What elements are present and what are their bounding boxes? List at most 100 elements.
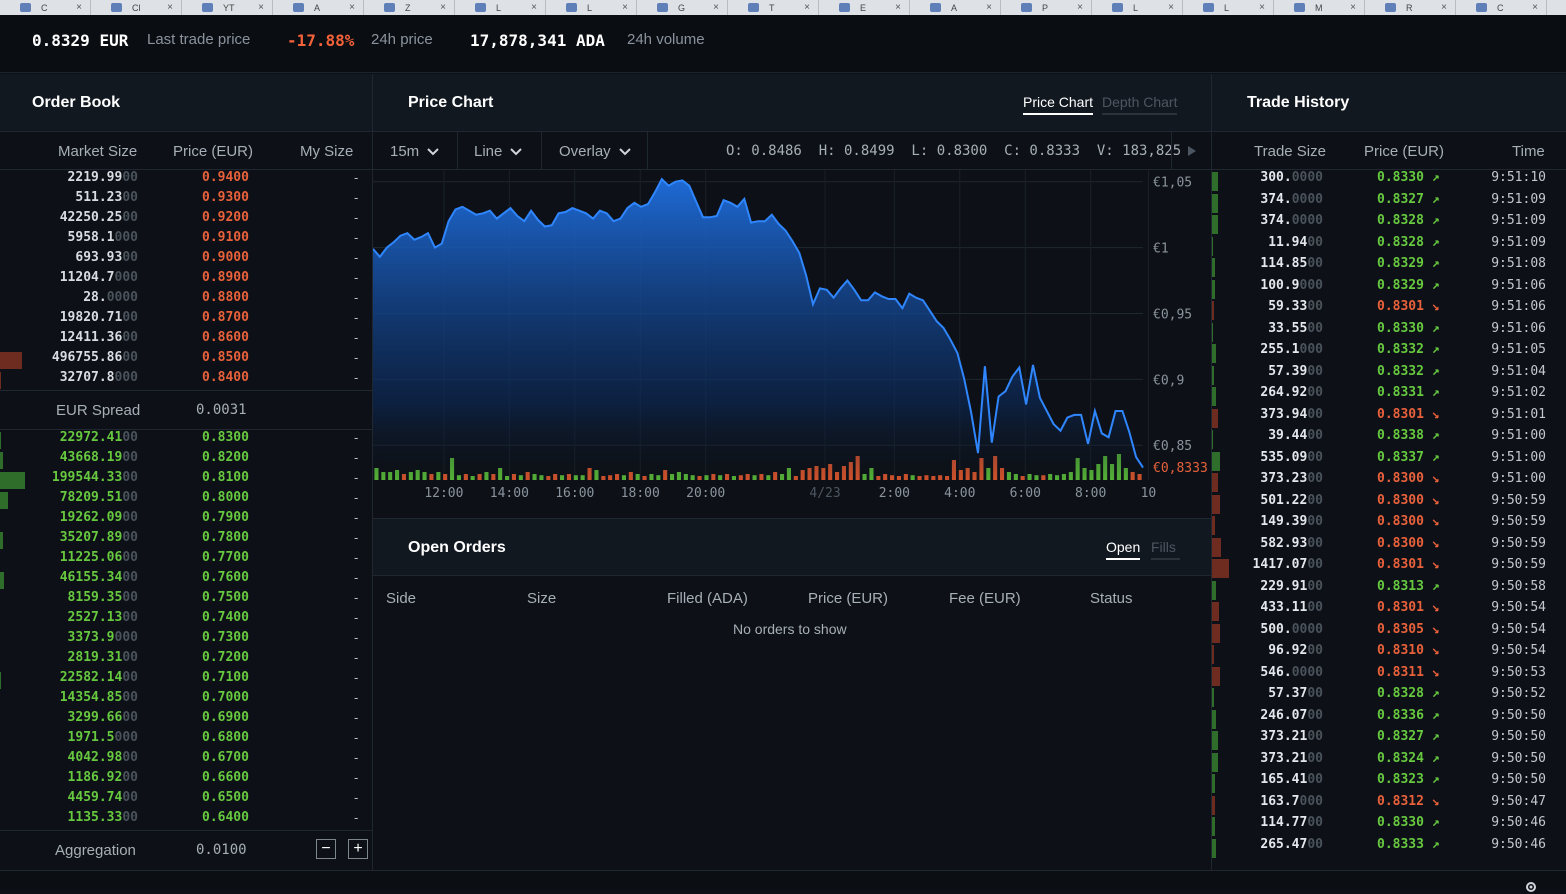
order-my-size: - xyxy=(354,330,359,345)
close-icon[interactable]: × xyxy=(167,2,173,13)
gear-icon[interactable] xyxy=(1524,880,1538,894)
order-book-row[interactable]: 693.9300 0.9000 - xyxy=(0,250,372,270)
browser-tab[interactable]: R × xyxy=(1365,0,1456,15)
favicon-icon xyxy=(930,3,941,12)
order-book-row[interactable]: 1135.3300 0.6400 - xyxy=(0,810,372,830)
close-icon[interactable]: × xyxy=(895,2,901,13)
order-book-row[interactable]: 496755.8600 0.8500 - xyxy=(0,350,372,370)
order-book-row[interactable]: 3299.6600 0.6900 - xyxy=(0,710,372,730)
browser-tab[interactable]: C × xyxy=(0,0,91,15)
order-book-row[interactable]: 22972.4100 0.8300 - xyxy=(0,430,372,450)
close-icon[interactable]: × xyxy=(1441,2,1447,13)
browser-tab[interactable]: A × xyxy=(910,0,1001,15)
order-book-row[interactable]: 5958.1000 0.9100 - xyxy=(0,230,372,250)
close-icon[interactable]: × xyxy=(531,2,537,13)
trade-size: 501.2200 xyxy=(1260,493,1323,508)
order-book-row[interactable]: 12411.3600 0.8600 - xyxy=(0,330,372,350)
order-price: 0.6800 xyxy=(202,730,249,745)
aggregation-decrease-button[interactable]: − xyxy=(316,839,336,859)
close-icon[interactable]: × xyxy=(1259,2,1265,13)
order-book-row[interactable]: 511.2300 0.9300 - xyxy=(0,190,372,210)
order-book-row[interactable]: 78209.5100 0.8000 - xyxy=(0,490,372,510)
order-book-row[interactable]: 42250.2500 0.9200 - xyxy=(0,210,372,230)
browser-tab[interactable]: A × xyxy=(273,0,364,15)
browser-tab[interactable]: L × xyxy=(546,0,637,15)
order-book-row[interactable]: 2527.1300 0.7400 - xyxy=(0,610,372,630)
order-book-row[interactable]: 1971.5000 0.6800 - xyxy=(0,730,372,750)
browser-tab[interactable]: L × xyxy=(1183,0,1274,15)
trade-size-value: 11.94 xyxy=(1268,234,1308,250)
order-my-size: - xyxy=(354,430,359,445)
price-chart[interactable]: €1,05 €1 €0,95 €0,9 €0,85 €0,8333 12:00 14:00 16… xyxy=(373,170,1211,517)
order-book-row[interactable]: 19262.0900 0.7900 - xyxy=(0,510,372,530)
trade-size-bar xyxy=(1212,838,1216,858)
order-book-row[interactable]: 4459.7400 0.6500 - xyxy=(0,790,372,810)
browser-tab[interactable]: L × xyxy=(455,0,546,15)
order-book-row[interactable]: 19820.7100 0.8700 - xyxy=(0,310,372,330)
order-book-row[interactable]: 46155.3400 0.7600 - xyxy=(0,570,372,590)
trade-size-padding: 0000 xyxy=(1291,664,1323,680)
browser-tab-label: L xyxy=(496,2,502,13)
orders-fee-header: Fee (EUR) xyxy=(949,590,1021,607)
order-book-row[interactable]: 3373.9000 0.7300 - xyxy=(0,630,372,650)
close-icon[interactable]: × xyxy=(1077,2,1083,13)
order-book-row[interactable]: 8159.3500 0.7500 - xyxy=(0,590,372,610)
order-book-row[interactable]: 1186.9200 0.6600 - xyxy=(0,770,372,790)
order-book-row[interactable]: 22582.1400 0.7100 - xyxy=(0,670,372,690)
tab-open[interactable]: Open xyxy=(1106,539,1141,560)
browser-tab[interactable]: G × xyxy=(637,0,728,15)
trade-size: 57.3700 xyxy=(1268,686,1323,701)
browser-tab[interactable]: Cl × xyxy=(91,0,182,15)
close-icon[interactable]: × xyxy=(986,2,992,13)
aggregation-increase-button[interactable]: + xyxy=(348,839,368,859)
order-book-row[interactable]: 35207.8900 0.7800 - xyxy=(0,530,372,550)
order-book-row[interactable]: 2219.9900 0.9400 - xyxy=(0,170,372,190)
tab-depth-chart[interactable]: Depth Chart xyxy=(1102,94,1178,115)
tab-price-chart[interactable]: Price Chart xyxy=(1023,94,1094,115)
chart-type-dropdown[interactable]: Line xyxy=(458,132,542,170)
order-book-row[interactable]: 43668.1900 0.8200 - xyxy=(0,450,372,470)
close-icon[interactable]: × xyxy=(1532,2,1538,13)
close-icon[interactable]: × xyxy=(1168,2,1174,13)
overlay-dropdown[interactable]: Overlay xyxy=(542,132,648,170)
close-icon[interactable]: × xyxy=(76,2,82,13)
browser-tab[interactable]: YT × xyxy=(182,0,273,15)
close-icon[interactable]: × xyxy=(440,2,446,13)
browser-tab[interactable]: L × xyxy=(1092,0,1183,15)
close-icon[interactable]: × xyxy=(1350,2,1356,13)
order-book-row[interactable]: 2819.3100 0.7200 - xyxy=(0,650,372,670)
order-size-padding: 00 xyxy=(122,450,138,465)
browser-tab[interactable]: M × xyxy=(1274,0,1365,15)
arrow-up-right-icon: ↗ xyxy=(1423,707,1440,723)
order-book-row[interactable]: 32707.8000 0.8400 - xyxy=(0,370,372,390)
browser-tab[interactable]: P × xyxy=(1001,0,1092,15)
browser-tab[interactable]: Z × xyxy=(364,0,455,15)
order-book-row[interactable]: 11225.0600 0.7700 - xyxy=(0,550,372,570)
order-book-row[interactable]: 199544.3300 0.8100 - xyxy=(0,470,372,490)
trade-size: 373.2100 xyxy=(1260,751,1323,766)
browser-tab[interactable]: E × xyxy=(819,0,910,15)
play-icon[interactable] xyxy=(1171,132,1211,170)
order-price: 0.9300 xyxy=(202,190,249,205)
close-icon[interactable]: × xyxy=(804,2,810,13)
close-icon[interactable]: × xyxy=(713,2,719,13)
browser-tab[interactable]: C × xyxy=(1456,0,1547,15)
close-icon[interactable]: × xyxy=(622,2,628,13)
order-price: 0.8100 xyxy=(202,470,249,485)
orders-price-header: Price (EUR) xyxy=(808,590,889,607)
browser-tab[interactable]: T × xyxy=(728,0,819,15)
trade-price: 0.8336 ↗ xyxy=(1377,708,1440,723)
tab-fills[interactable]: Fills xyxy=(1151,539,1180,560)
order-size: 693.9300 xyxy=(75,250,138,265)
trade-price: 0.8328 ↗ xyxy=(1377,213,1440,228)
order-book-row[interactable]: 11204.7000 0.8900 - xyxy=(0,270,372,290)
interval-dropdown[interactable]: 15m xyxy=(373,132,458,170)
order-book-row[interactable]: 14354.8500 0.7000 - xyxy=(0,690,372,710)
x-tick-label: 2:00 xyxy=(879,486,910,501)
price-chart-title: Price Chart xyxy=(408,93,494,111)
order-book-row[interactable]: 28.0000 0.8800 - xyxy=(0,290,372,310)
order-book-row[interactable]: 4042.9800 0.6700 - xyxy=(0,750,372,770)
trade-price-value: 0.8327 xyxy=(1377,729,1424,744)
close-icon[interactable]: × xyxy=(349,2,355,13)
close-icon[interactable]: × xyxy=(258,2,264,13)
